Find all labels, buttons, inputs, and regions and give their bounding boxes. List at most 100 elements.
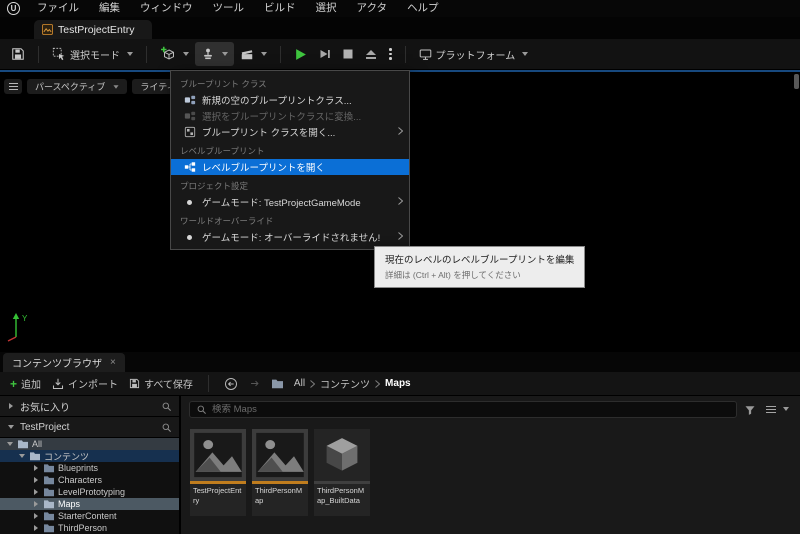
stop-button[interactable] [337,42,359,66]
tree-item-blueprints[interactable]: Blueprints [0,462,179,474]
forward-button[interactable] [246,378,263,389]
breadcrumb-content[interactable]: コンテンツ [320,376,370,391]
play-options-kebab[interactable] [383,48,398,60]
menu-window[interactable]: ウィンドウ [130,0,203,17]
import-label: インポート [68,380,119,391]
tree-item-thirdperson[interactable]: ThirdPerson [0,522,179,534]
asset-tile-thirdpersonmap[interactable]: ThirdPersonMap [252,429,308,516]
asset-tile-builtdata[interactable]: ThirdPersonMap_BuiltData [314,429,370,516]
menu-item-project-gamemode[interactable]: ゲームモード: TestProjectGameMode [171,194,409,210]
menu-item-label: ゲームモード: オーバーライドされません! [202,233,381,244]
axis-gizmo: Y [6,309,36,348]
search-input[interactable] [212,404,730,415]
toolbar-separator [146,45,147,63]
menu-item-open-level-blueprint[interactable]: レベルブループリントを開く [171,159,409,175]
bullet-icon [183,234,196,240]
close-icon[interactable]: × [110,357,116,368]
menu-item-open-blueprint-class[interactable]: ブループリント クラスを開く... [171,124,409,140]
content-browser-tab[interactable]: コンテンツブラウザ × [3,353,125,372]
add-button[interactable]: + 追加 [7,376,44,392]
tree-item-characters[interactable]: Characters [0,474,179,486]
breadcrumb-maps[interactable]: Maps [385,378,411,389]
breadcrumb-separator-icon [310,379,316,388]
tooltip-title: 現在のレベルのレベルブループリントを編集 [385,255,575,266]
search-icon[interactable] [161,401,172,412]
select-mode-dropdown[interactable]: 選択モード [46,42,139,66]
open-blueprint-class-icon [183,126,196,138]
save-button[interactable] [5,42,31,66]
tree-item-all[interactable]: All [0,438,179,450]
menu-edit[interactable]: 編集 [89,0,130,17]
back-button[interactable] [221,377,241,391]
breadcrumb-all[interactable]: All [294,378,305,389]
chevron-down-icon [522,52,529,56]
collapse-arrow-icon[interactable] [7,442,13,446]
tooltip: 現在のレベルのレベルブループリントを編集 詳細は (Ctrl + Alt) を押… [374,246,586,288]
asset-search-box[interactable] [189,401,737,418]
collapse-arrow-icon[interactable] [7,425,15,429]
expand-arrow-icon[interactable] [34,489,38,495]
save-all-button[interactable]: すべて保存 [126,376,196,391]
menu-item-convert-selection: 選択をブループリントクラスに変換... [171,108,409,124]
menu-item-label: レベルブループリントを開く [202,163,325,174]
toolbar-separator [207,375,209,392]
unreal-logo-icon[interactable]: U [7,2,20,15]
level-thumbnail [190,429,246,481]
folder-open-icon [18,440,28,449]
expand-arrow-icon[interactable] [7,403,15,409]
blueprints-dropdown[interactable] [195,42,234,66]
menu-help[interactable]: ヘルプ [397,0,449,17]
collapse-arrow-icon[interactable] [19,454,25,458]
menu-item-label: 選択をブループリントクラスに変換... [202,112,362,123]
search-icon [197,405,207,415]
toolbar-separator [38,45,39,63]
unreal-editor-window: { "colors": { "accent_blue": "#0b6fd6", … [0,0,800,534]
perspective-label: パースペクティブ [35,82,106,92]
level-tab[interactable]: TestProjectEntry [34,20,153,39]
expand-arrow-icon[interactable] [34,465,38,471]
favorites-header[interactable]: お気に入り [0,396,179,417]
add-actor-dropdown[interactable] [154,42,195,66]
level-blueprint-icon [183,161,196,173]
platforms-icon [419,49,431,60]
play-button[interactable] [288,42,313,66]
perspective-dropdown[interactable]: パースペクティブ [27,79,128,94]
asset-tile-testprojectentry[interactable]: TestProjectEntry [190,429,246,516]
tree-item-content[interactable]: コンテンツ [0,450,179,462]
asset-name: ThirdPersonMap [252,484,308,516]
viewport-options-button[interactable] [4,79,22,94]
save-all-label: すべて保存 [144,380,193,391]
cinematics-dropdown[interactable] [234,42,273,66]
filter-icon[interactable] [744,404,756,416]
tree-item-label: Maps [58,499,81,509]
new-blueprint-class-icon [183,94,196,106]
menu-build[interactable]: ビルド [254,0,306,17]
import-button[interactable]: インポート [49,376,121,391]
tree-item-levelprototyping[interactable]: LevelPrototyping [0,486,179,498]
project-label: TestProject [20,421,70,433]
expand-arrow-icon[interactable] [34,501,38,507]
folder-open-icon [30,452,40,461]
menu-file[interactable]: ファイル [27,0,89,17]
search-icon[interactable] [161,422,172,433]
expand-arrow-icon[interactable] [34,513,38,519]
folder-icon [44,488,54,497]
menu-item-new-blueprint-class[interactable]: 新規の空のブループリントクラス... [171,92,409,108]
expand-arrow-icon[interactable] [34,477,38,483]
menu-item-world-override-gamemode[interactable]: ゲームモード: オーバーライドされません! [171,229,409,245]
menu-select[interactable]: 選択 [306,0,347,17]
menu-section-header: プロジェクト設定 [180,181,249,191]
path-folder-button[interactable] [268,378,287,389]
view-settings-button[interactable] [763,405,792,414]
platforms-dropdown[interactable]: プラットフォーム [413,42,535,66]
eject-button[interactable] [359,42,383,66]
folder-icon [44,500,54,509]
skip-frame-button[interactable] [313,42,337,66]
project-header[interactable]: TestProject [0,417,179,438]
expand-arrow-icon[interactable] [34,525,38,531]
tree-item-maps[interactable]: Maps [0,498,179,510]
tree-item-startercontent[interactable]: StarterContent [0,510,179,522]
menu-actor[interactable]: アクタ [347,0,398,17]
viewport-scrollbar-thumb[interactable] [794,74,799,89]
menu-tools[interactable]: ツール [203,0,255,17]
